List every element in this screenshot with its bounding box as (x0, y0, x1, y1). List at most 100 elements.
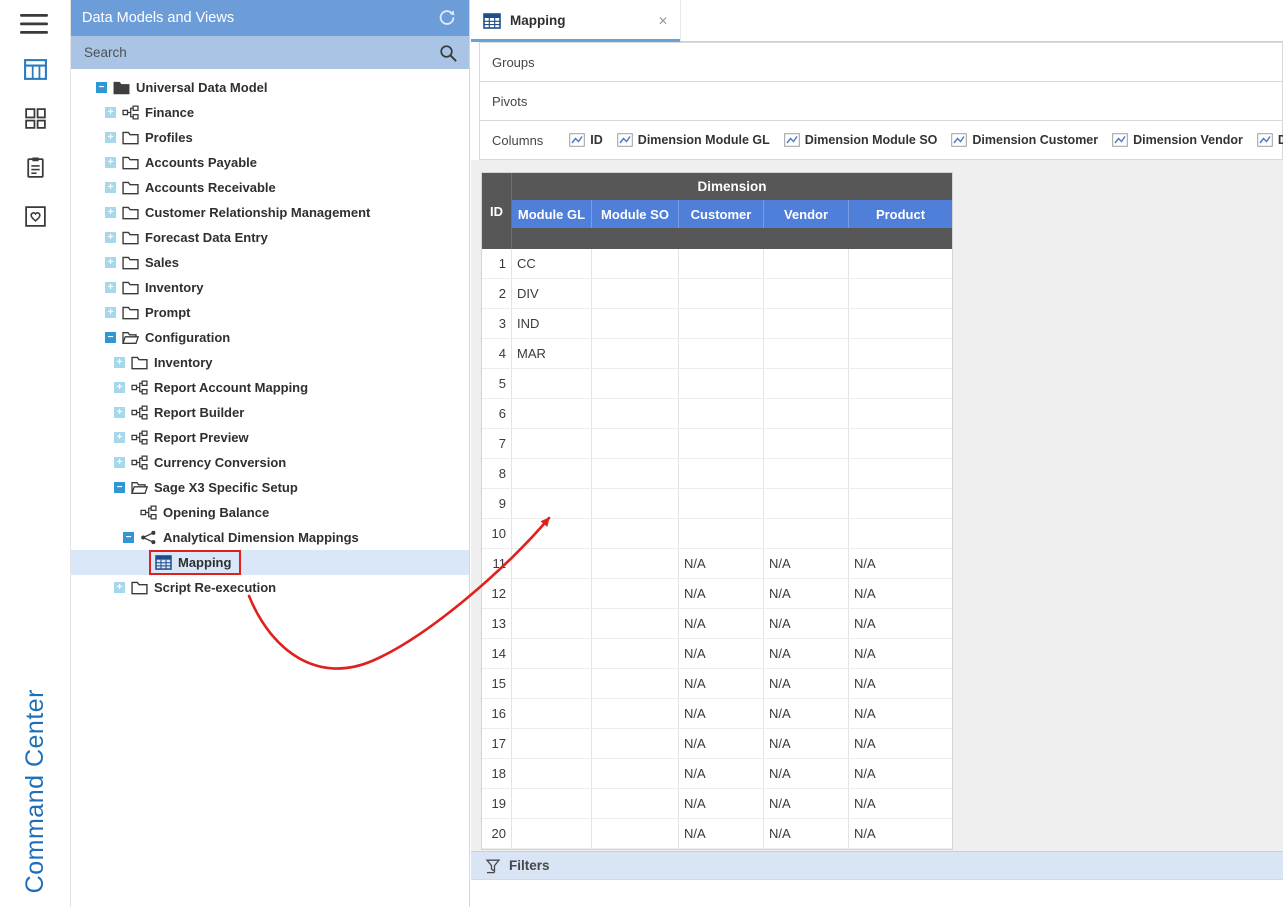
grid-cell[interactable] (512, 519, 592, 548)
search-icon[interactable] (439, 44, 457, 62)
expand-plus-icon[interactable]: + (114, 457, 125, 468)
grid-cell[interactable] (849, 429, 952, 458)
grid-cell[interactable] (592, 699, 679, 728)
grid-cell[interactable] (592, 579, 679, 608)
grid-cell[interactable] (849, 459, 952, 488)
grid-cell[interactable]: N/A (679, 819, 764, 848)
tree-item-report-preview[interactable]: +Report Preview (70, 425, 469, 450)
collapse-minus-icon[interactable]: − (96, 82, 107, 93)
grid-cell[interactable]: N/A (764, 819, 849, 848)
expand-plus-icon[interactable]: + (114, 582, 125, 593)
grid-cell[interactable] (512, 819, 592, 848)
grid-cell[interactable] (592, 279, 679, 308)
tree-item-currency-conversion[interactable]: +Currency Conversion (70, 450, 469, 475)
tree-item-inventory[interactable]: +Inventory (70, 275, 469, 300)
grid-cell[interactable]: N/A (764, 639, 849, 668)
menu-button[interactable] (20, 13, 48, 35)
expand-plus-icon[interactable]: + (105, 232, 116, 243)
grid-cell[interactable] (592, 669, 679, 698)
grid-cell[interactable] (512, 549, 592, 578)
tab-mapping[interactable]: Mapping ✕ (471, 0, 681, 41)
grid-cell[interactable]: N/A (849, 609, 952, 638)
tree-item-profiles[interactable]: +Profiles (70, 125, 469, 150)
grid-cell[interactable] (679, 339, 764, 368)
grid-cell[interactable]: N/A (764, 669, 849, 698)
collapse-minus-icon[interactable]: − (123, 532, 134, 543)
grid-cell[interactable] (592, 429, 679, 458)
grid-cell[interactable]: N/A (764, 549, 849, 578)
expand-plus-icon[interactable]: + (105, 182, 116, 193)
expand-plus-icon[interactable]: + (114, 382, 125, 393)
expand-plus-icon[interactable]: + (105, 107, 116, 118)
grid-cell[interactable] (679, 429, 764, 458)
tree-item-finance[interactable]: +Finance (70, 100, 469, 125)
id-column-header[interactable]: ID (482, 173, 512, 249)
column-chip-dimension-customer[interactable]: Dimension Customer (951, 133, 1098, 147)
tree-item-sales[interactable]: +Sales (70, 250, 469, 275)
tree-item-customer-relationship-management[interactable]: +Customer Relationship Management (70, 200, 469, 225)
tree-item-mapping[interactable]: Mapping (70, 550, 469, 575)
column-header-customer[interactable]: Customer (679, 200, 764, 228)
tree-item-report-builder[interactable]: +Report Builder (70, 400, 469, 425)
grid-cell[interactable] (764, 339, 849, 368)
expand-plus-icon[interactable]: + (114, 357, 125, 368)
grid-cell[interactable]: N/A (764, 789, 849, 818)
grid-cell[interactable]: N/A (849, 819, 952, 848)
expand-plus-icon[interactable]: + (105, 132, 116, 143)
grid-cell[interactable] (592, 759, 679, 788)
grid-cell[interactable] (592, 489, 679, 518)
grid-cell[interactable]: N/A (849, 549, 952, 578)
expand-plus-icon[interactable]: + (114, 407, 125, 418)
grid-cell[interactable]: N/A (679, 639, 764, 668)
tree-item-script-re-execution[interactable]: +Script Re-execution (70, 575, 469, 600)
grid-cell[interactable] (592, 459, 679, 488)
collapse-minus-icon[interactable]: − (105, 332, 116, 343)
grid-cell[interactable] (512, 609, 592, 638)
grid-cell[interactable] (512, 579, 592, 608)
grid-cell[interactable]: N/A (679, 669, 764, 698)
search-bar[interactable] (70, 36, 469, 69)
nav-tasks-button[interactable] (22, 154, 48, 180)
grid-cell[interactable] (849, 369, 952, 398)
grid-cell[interactable]: N/A (679, 759, 764, 788)
column-header-vendor[interactable]: Vendor (764, 200, 849, 228)
grid-cell[interactable] (592, 729, 679, 758)
expand-plus-icon[interactable]: + (105, 207, 116, 218)
grid-cell[interactable] (764, 369, 849, 398)
tab-close-icon[interactable]: ✕ (658, 14, 668, 28)
grid-cell[interactable]: N/A (764, 759, 849, 788)
grid-cell[interactable] (512, 699, 592, 728)
grid-cell[interactable] (764, 459, 849, 488)
column-header-module-so[interactable]: Module SO (592, 200, 679, 228)
grid-cell[interactable]: N/A (849, 789, 952, 818)
tree-item-configuration[interactable]: −Configuration (70, 325, 469, 350)
grid-cell[interactable] (679, 459, 764, 488)
grid-cell[interactable]: N/A (849, 699, 952, 728)
grid-cell[interactable] (512, 489, 592, 518)
grid-cell[interactable] (592, 249, 679, 278)
grid-cell[interactable]: N/A (764, 699, 849, 728)
grid-cell[interactable]: N/A (679, 729, 764, 758)
tree-item-report-account-mapping[interactable]: +Report Account Mapping (70, 375, 469, 400)
grid-cell[interactable] (849, 519, 952, 548)
grid-cell[interactable] (512, 459, 592, 488)
grid-cell[interactable]: MAR (512, 339, 592, 368)
nav-data-models-button[interactable] (22, 56, 48, 82)
grid-cell[interactable]: N/A (679, 699, 764, 728)
grid-cell[interactable] (592, 339, 679, 368)
grid-cell[interactable] (764, 309, 849, 338)
groups-bar[interactable]: Groups (479, 42, 1283, 82)
grid-cell[interactable]: N/A (849, 669, 952, 698)
grid-cell[interactable] (679, 279, 764, 308)
grid-cell[interactable] (849, 339, 952, 368)
grid-cell[interactable] (592, 549, 679, 578)
expand-plus-icon[interactable]: + (105, 282, 116, 293)
grid-cell[interactable] (849, 309, 952, 338)
grid-cell[interactable]: CC (512, 249, 592, 278)
grid-cell[interactable] (512, 729, 592, 758)
filters-bar[interactable]: Filters (471, 851, 1283, 880)
grid-cell[interactable]: DIV (512, 279, 592, 308)
nav-favorites-button[interactable] (22, 203, 48, 229)
collapse-minus-icon[interactable]: − (114, 482, 125, 493)
grid-cell[interactable] (679, 519, 764, 548)
